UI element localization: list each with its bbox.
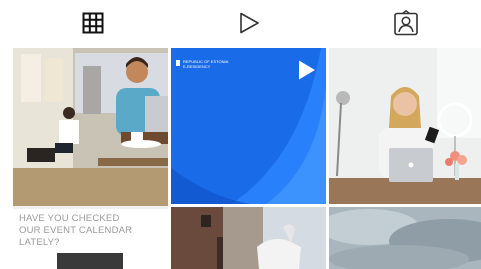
post-5-thumbnail[interactable] — [329, 207, 481, 269]
post-1-caption-line-1: HAVE YOU CHECKED — [19, 213, 120, 224]
post-1-thumbnail[interactable]: HAVE YOU CHECKED OUR EVENT CALENDAR LATE… — [13, 48, 168, 269]
post-2-thumbnail[interactable]: REPUBLIC OF ESTONIA E-RESIDENCY — [171, 48, 326, 204]
reel-play-icon — [299, 60, 315, 80]
post-4-thumbnail[interactable] — [171, 207, 326, 269]
grid-icon — [82, 12, 103, 34]
sky-photo — [329, 207, 481, 269]
woman-laptop-photo — [329, 48, 481, 204]
post-3-thumbnail[interactable] — [329, 48, 481, 204]
post-1-caption-line-3: LATELY? — [19, 237, 60, 248]
post-2-badge-line-2: E-RESIDENCY — [183, 64, 211, 69]
street-photo — [171, 207, 326, 269]
tagged-person-icon — [393, 10, 418, 36]
play-icon — [239, 12, 259, 34]
tab-tagged[interactable] — [313, 0, 481, 46]
post-1-caption-line-2: OUR EVENT CALENDAR — [19, 225, 133, 236]
profile-tab-bar — [0, 0, 481, 46]
